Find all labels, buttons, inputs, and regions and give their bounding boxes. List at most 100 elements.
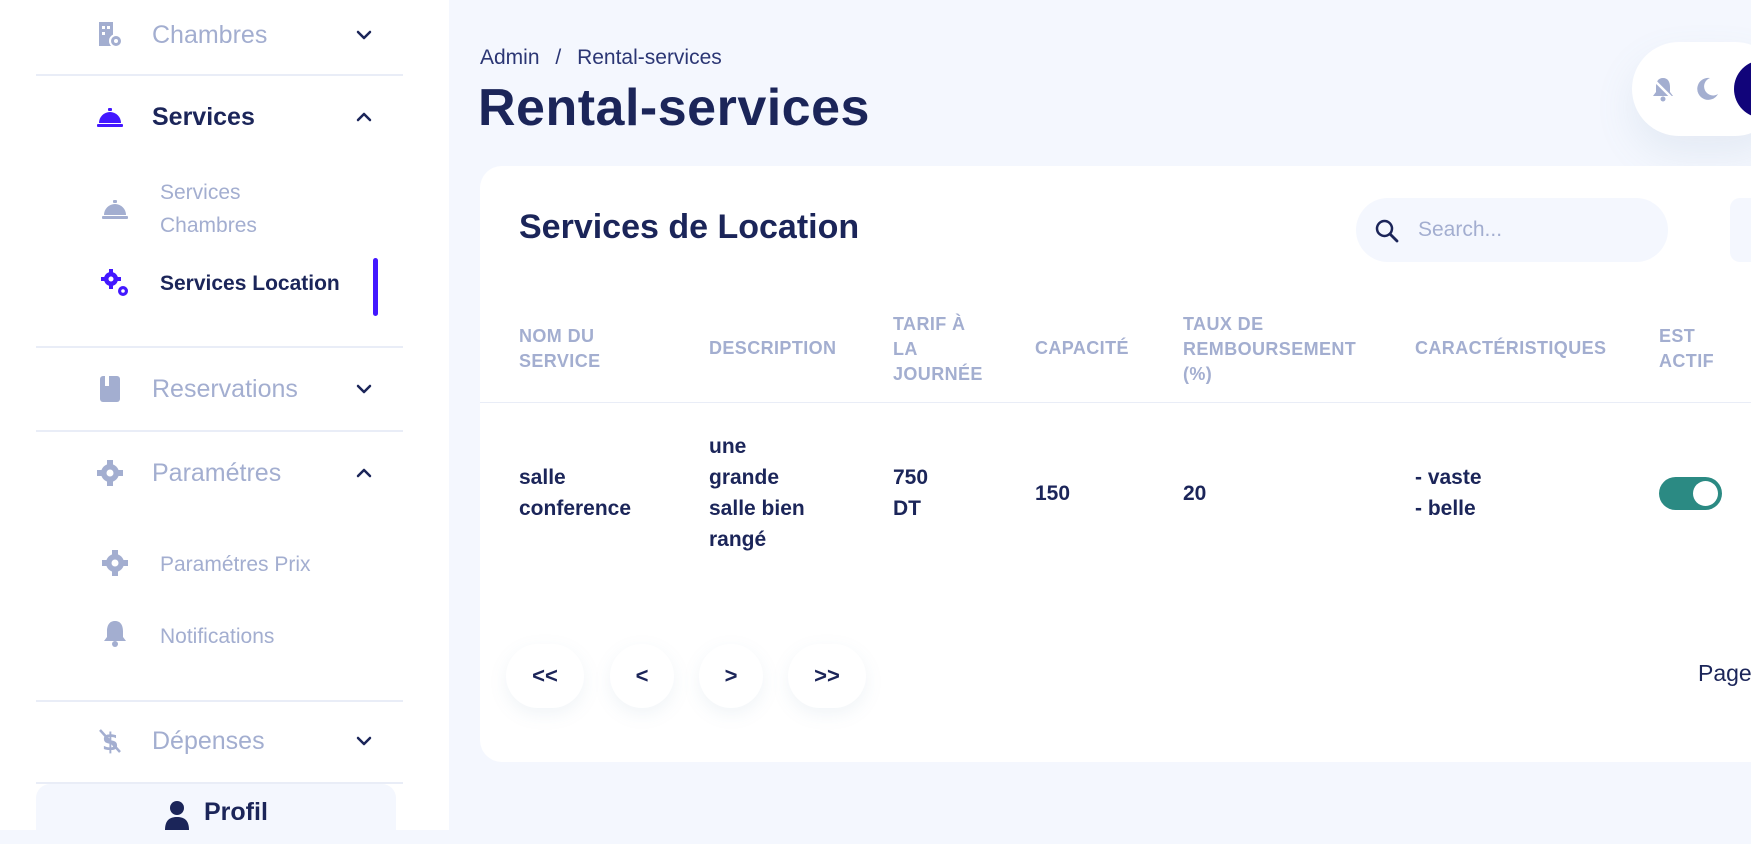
- chevron-up-icon[interactable]: [352, 105, 376, 129]
- sub-notifications[interactable]: Notifications: [36, 620, 403, 660]
- nav-depenses-label: Dépenses: [152, 726, 265, 755]
- table-header-divider: [480, 402, 1751, 403]
- cell-caracteristiques: - vaste - belle: [1415, 462, 1482, 524]
- breadcrumb-root[interactable]: Admin: [480, 46, 540, 69]
- sub-notifications-label: Notifications: [160, 625, 275, 648]
- gear-icon: [100, 548, 130, 578]
- cloche-icon: [100, 194, 130, 224]
- cell-nom: salle conference: [519, 462, 631, 524]
- column-header-est-actif[interactable]: EST ACTIF: [1659, 324, 1714, 374]
- cell-text: - belle: [1415, 497, 1476, 520]
- cell-text: - vaste: [1415, 466, 1482, 489]
- prev-page-button[interactable]: <: [610, 644, 674, 708]
- nav-reservations-label: Reservations: [152, 374, 298, 403]
- divider: [36, 74, 403, 76]
- est-actif-toggle[interactable]: [1659, 477, 1722, 510]
- divider: [36, 346, 403, 348]
- last-page-button[interactable]: >>: [788, 644, 866, 708]
- sub-services-chambres[interactable]: Services Chambres: [36, 176, 403, 242]
- nav-parametres-label: Paramétres: [152, 458, 282, 487]
- chevron-down-icon[interactable]: [352, 729, 376, 753]
- column-header-text: TARIF À: [893, 314, 966, 334]
- active-indicator: [373, 258, 378, 316]
- cell-text: conference: [519, 497, 632, 520]
- cell-description: une grande salle bien rangé: [709, 431, 805, 555]
- top-toolbar: [1632, 42, 1751, 136]
- avatar[interactable]: [1734, 60, 1751, 118]
- gear-icon: [96, 459, 124, 487]
- column-header-caracteristiques[interactable]: CARACTÉRISTIQUES: [1415, 336, 1606, 361]
- nav-reservations[interactable]: Reservations: [36, 354, 403, 424]
- chevron-up-icon[interactable]: [352, 461, 376, 485]
- profile-label: Profil: [204, 798, 268, 826]
- bell-slash-icon[interactable]: [1650, 76, 1676, 102]
- add-button[interactable]: [1730, 198, 1751, 262]
- breadcrumb: Admin / Rental-services: [480, 46, 732, 70]
- column-header-text: SERVICE: [519, 351, 601, 371]
- column-header-tarif[interactable]: TARIF À LA JOURNÉE: [893, 312, 983, 387]
- column-header-text: JOURNÉE: [893, 364, 983, 384]
- column-header-nom[interactable]: NOM DU SERVICE: [519, 324, 601, 374]
- cell-text: une: [709, 435, 747, 458]
- column-header-text: (%): [1183, 364, 1213, 384]
- sub-parametres-prix-label: Paramétres Prix: [160, 553, 311, 576]
- page-label: Page: [1698, 660, 1751, 686]
- search-input[interactable]: Search...: [1356, 198, 1668, 262]
- column-header-text: DESCRIPTION: [709, 338, 837, 358]
- cell-text: salle: [519, 466, 566, 489]
- sub-services-location-label: Services Location: [160, 272, 340, 295]
- profile-button[interactable]: Profil: [36, 784, 396, 844]
- search-icon: [1374, 218, 1400, 244]
- cell-text: rangé: [709, 528, 767, 551]
- chevron-down-icon[interactable]: [352, 377, 376, 401]
- sub-services-chambres-label: Services Chambres: [160, 176, 257, 242]
- chevron-down-icon[interactable]: [352, 23, 376, 47]
- cloche-icon: [96, 103, 124, 131]
- cell-text: 750: [893, 466, 929, 489]
- book-icon: [96, 375, 124, 403]
- cell-text: grande: [709, 466, 780, 489]
- user-icon: [164, 800, 190, 830]
- nav-services[interactable]: Services: [36, 82, 403, 152]
- cell-taux: 20: [1183, 482, 1207, 505]
- column-header-text: CAPACITÉ: [1035, 338, 1129, 358]
- column-header-text: ACTIF: [1659, 351, 1714, 371]
- next-page-button[interactable]: >: [699, 644, 763, 708]
- divider: [36, 700, 403, 702]
- cell-capacite: 150: [1035, 482, 1071, 505]
- column-header-capacite[interactable]: CAPACITÉ: [1035, 336, 1129, 361]
- moon-icon[interactable]: [1694, 76, 1720, 102]
- cell-text: DT: [893, 497, 921, 520]
- services-card: Services de Location Search... NOM DU SE…: [480, 166, 1751, 762]
- sub-services-location[interactable]: Services Location: [36, 264, 403, 304]
- page-title: Rental-services: [478, 79, 870, 137]
- sub-services-chambres-line2: Chambres: [160, 214, 257, 237]
- nav-chambres-label: Chambres: [152, 20, 268, 49]
- toggle-knob: [1693, 481, 1718, 506]
- breadcrumb-current[interactable]: Rental-services: [577, 46, 722, 69]
- nav-depenses[interactable]: $ Dépenses: [36, 706, 403, 776]
- column-header-text: LA: [893, 339, 918, 359]
- column-header-text: CARACTÉRISTIQUES: [1415, 338, 1607, 358]
- sidebar: Chambres Services Services Chambres Serv…: [0, 0, 449, 844]
- cell-text: salle bien: [709, 497, 805, 520]
- first-page-button[interactable]: <<: [506, 644, 584, 708]
- column-header-text: EST: [1659, 326, 1696, 346]
- column-header-text: REMBOURSEMENT: [1183, 339, 1357, 359]
- sub-services-chambres-line1: Services: [160, 181, 241, 204]
- column-header-taux[interactable]: TAUX DE REMBOURSEMENT (%): [1183, 312, 1356, 387]
- sub-parametres-prix[interactable]: Paramétres Prix: [36, 548, 403, 588]
- search-placeholder: Search...: [1418, 218, 1503, 241]
- nav-services-label: Services: [152, 102, 255, 131]
- column-header-description[interactable]: DESCRIPTION: [709, 336, 836, 361]
- nav-chambres[interactable]: Chambres: [36, 0, 403, 70]
- divider: [36, 430, 403, 432]
- building-gear-icon: [96, 21, 124, 49]
- nav-parametres[interactable]: Paramétres: [36, 438, 403, 508]
- column-header-text: NOM DU: [519, 326, 595, 346]
- card-title: Services de Location: [519, 208, 860, 246]
- dollar-slash-icon: $: [96, 727, 124, 755]
- breadcrumb-separator: /: [555, 46, 562, 69]
- column-header-text: TAUX DE: [1183, 314, 1264, 334]
- bell-icon: [100, 618, 130, 648]
